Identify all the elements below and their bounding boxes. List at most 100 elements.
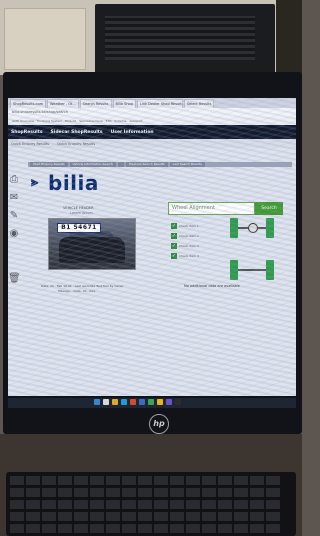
keyboard-key[interactable] [266,500,280,509]
keyboard-key[interactable] [170,512,184,521]
keyboard-key[interactable] [106,524,120,533]
keyboard-key[interactable] [106,512,120,521]
keyboard-key[interactable] [170,476,184,485]
keyboard-key[interactable] [106,476,120,485]
trash-icon[interactable]: 🗑 [8,273,21,285]
keyboard-key[interactable] [170,500,184,509]
keyboard-key[interactable] [202,500,216,509]
keyboard-key[interactable] [186,488,200,497]
keyboard-key[interactable] [42,488,56,497]
keyboard-key[interactable] [90,500,104,509]
keyboard-key[interactable] [106,488,120,497]
keyboard-key[interactable] [234,512,248,521]
teams-icon[interactable] [166,399,172,405]
keyboard-key[interactable] [122,524,136,533]
keyboard-key[interactable] [74,476,88,485]
keyboard-key[interactable] [10,524,24,533]
search-icon[interactable] [103,399,109,405]
keyboard-key[interactable] [218,524,232,533]
keyboard-key[interactable] [234,488,248,497]
search-button[interactable]: Search [255,202,283,215]
keyboard-key[interactable] [202,488,216,497]
keyboard-key[interactable] [218,500,232,509]
keyboard-key[interactable] [138,524,152,533]
keyboard-key[interactable] [138,500,152,509]
address-bar[interactable]: bilia.shopresults.se/shop/search [8,108,296,117]
keyboard-key[interactable] [10,500,24,509]
keyboard-key[interactable] [234,524,248,533]
keyboard-key[interactable] [42,512,56,521]
mail-icon[interactable]: ✉ [8,192,20,204]
edit-icon[interactable]: ✎ [8,210,20,222]
keyboard-key[interactable] [266,488,280,497]
keyboard-key[interactable] [42,500,56,509]
keyboard-key[interactable] [250,488,264,497]
keyboard-key[interactable] [218,488,232,497]
keyboard-key[interactable] [154,488,168,497]
checklist-item[interactable]: ✓ Check item 3 [171,241,231,251]
keyboard-key[interactable] [74,500,88,509]
nav-item-sidecar[interactable]: Sidecar ShopResults [51,130,103,135]
keyboard-key[interactable] [74,512,88,521]
excel-icon[interactable] [148,399,154,405]
keyboard-key[interactable] [154,476,168,485]
print-icon[interactable]: ⎙ [8,174,20,186]
keyboard-key[interactable] [74,488,88,497]
keyboard-key[interactable] [266,524,280,533]
keyboard-key[interactable] [234,500,248,509]
breadcrumb-item[interactable]: Last Search Results [169,162,205,167]
keyboard-key[interactable] [202,476,216,485]
breadcrumb-item[interactable]: Start Enquiry Results [30,162,68,167]
keyboard-key[interactable] [58,500,72,509]
folder-icon[interactable] [112,399,118,405]
keyboard-key[interactable] [202,524,216,533]
keyboard-key[interactable] [186,476,200,485]
keyboard-key[interactable] [154,500,168,509]
chrome-icon[interactable] [157,399,163,405]
keyboard-key[interactable] [58,488,72,497]
keyboard-key[interactable] [138,476,152,485]
keyboard-key[interactable] [250,512,264,521]
keyboard-key[interactable] [10,488,24,497]
nav-item-shopresults[interactable]: ShopResults [11,130,43,135]
breadcrumb-item[interactable] [117,162,124,167]
keyboard-key[interactable] [106,500,120,509]
keyboard-key[interactable] [122,512,136,521]
checklist-item[interactable]: ✓ Check item 4 [171,251,231,261]
keyboard-key[interactable] [26,488,40,497]
keyboard-key[interactable] [218,476,232,485]
keyboard-key[interactable] [250,476,264,485]
windows-start-icon[interactable] [94,399,100,405]
bookmarks-bar[interactable]: GMR Overview · Forsberg System · Bilia.A… [8,117,296,125]
keyboard-key[interactable] [26,524,40,533]
keyboard-key[interactable] [266,512,280,521]
keyboard-key[interactable] [26,512,40,521]
outlook-icon[interactable] [139,399,145,405]
keyboard-key[interactable] [186,524,200,533]
subnav-item[interactable]: Quick Enquiry Results [11,142,49,146]
keyboard-key[interactable] [122,476,136,485]
keyboard-key[interactable] [26,500,40,509]
keyboard-key[interactable] [122,500,136,509]
keyboard-key[interactable] [122,488,136,497]
keyboard-key[interactable] [186,500,200,509]
keyboard-key[interactable] [250,524,264,533]
breadcrumb-item[interactable]: Previous Search Results [125,162,168,167]
keyboard-key[interactable] [186,512,200,521]
keyboard-key[interactable] [90,524,104,533]
keyboard-key[interactable] [10,476,24,485]
nav-item-user-info[interactable]: User Information [111,130,154,135]
keyboard-key[interactable] [90,488,104,497]
checklist-item[interactable]: ✓ Check item 1 [171,221,231,231]
keyboard-key[interactable] [90,476,104,485]
keyboard-key[interactable] [90,512,104,521]
search-input[interactable]: Wheel Alignment [168,202,255,215]
keyboard-key[interactable] [138,488,152,497]
keyboard-key[interactable] [170,488,184,497]
keyboard-key[interactable] [42,524,56,533]
keyboard-key[interactable] [202,512,216,521]
terminal-icon[interactable] [175,399,181,405]
camera-icon[interactable]: ◉ [8,228,20,240]
keyboard-key[interactable] [154,524,168,533]
keyboard-key[interactable] [234,476,248,485]
